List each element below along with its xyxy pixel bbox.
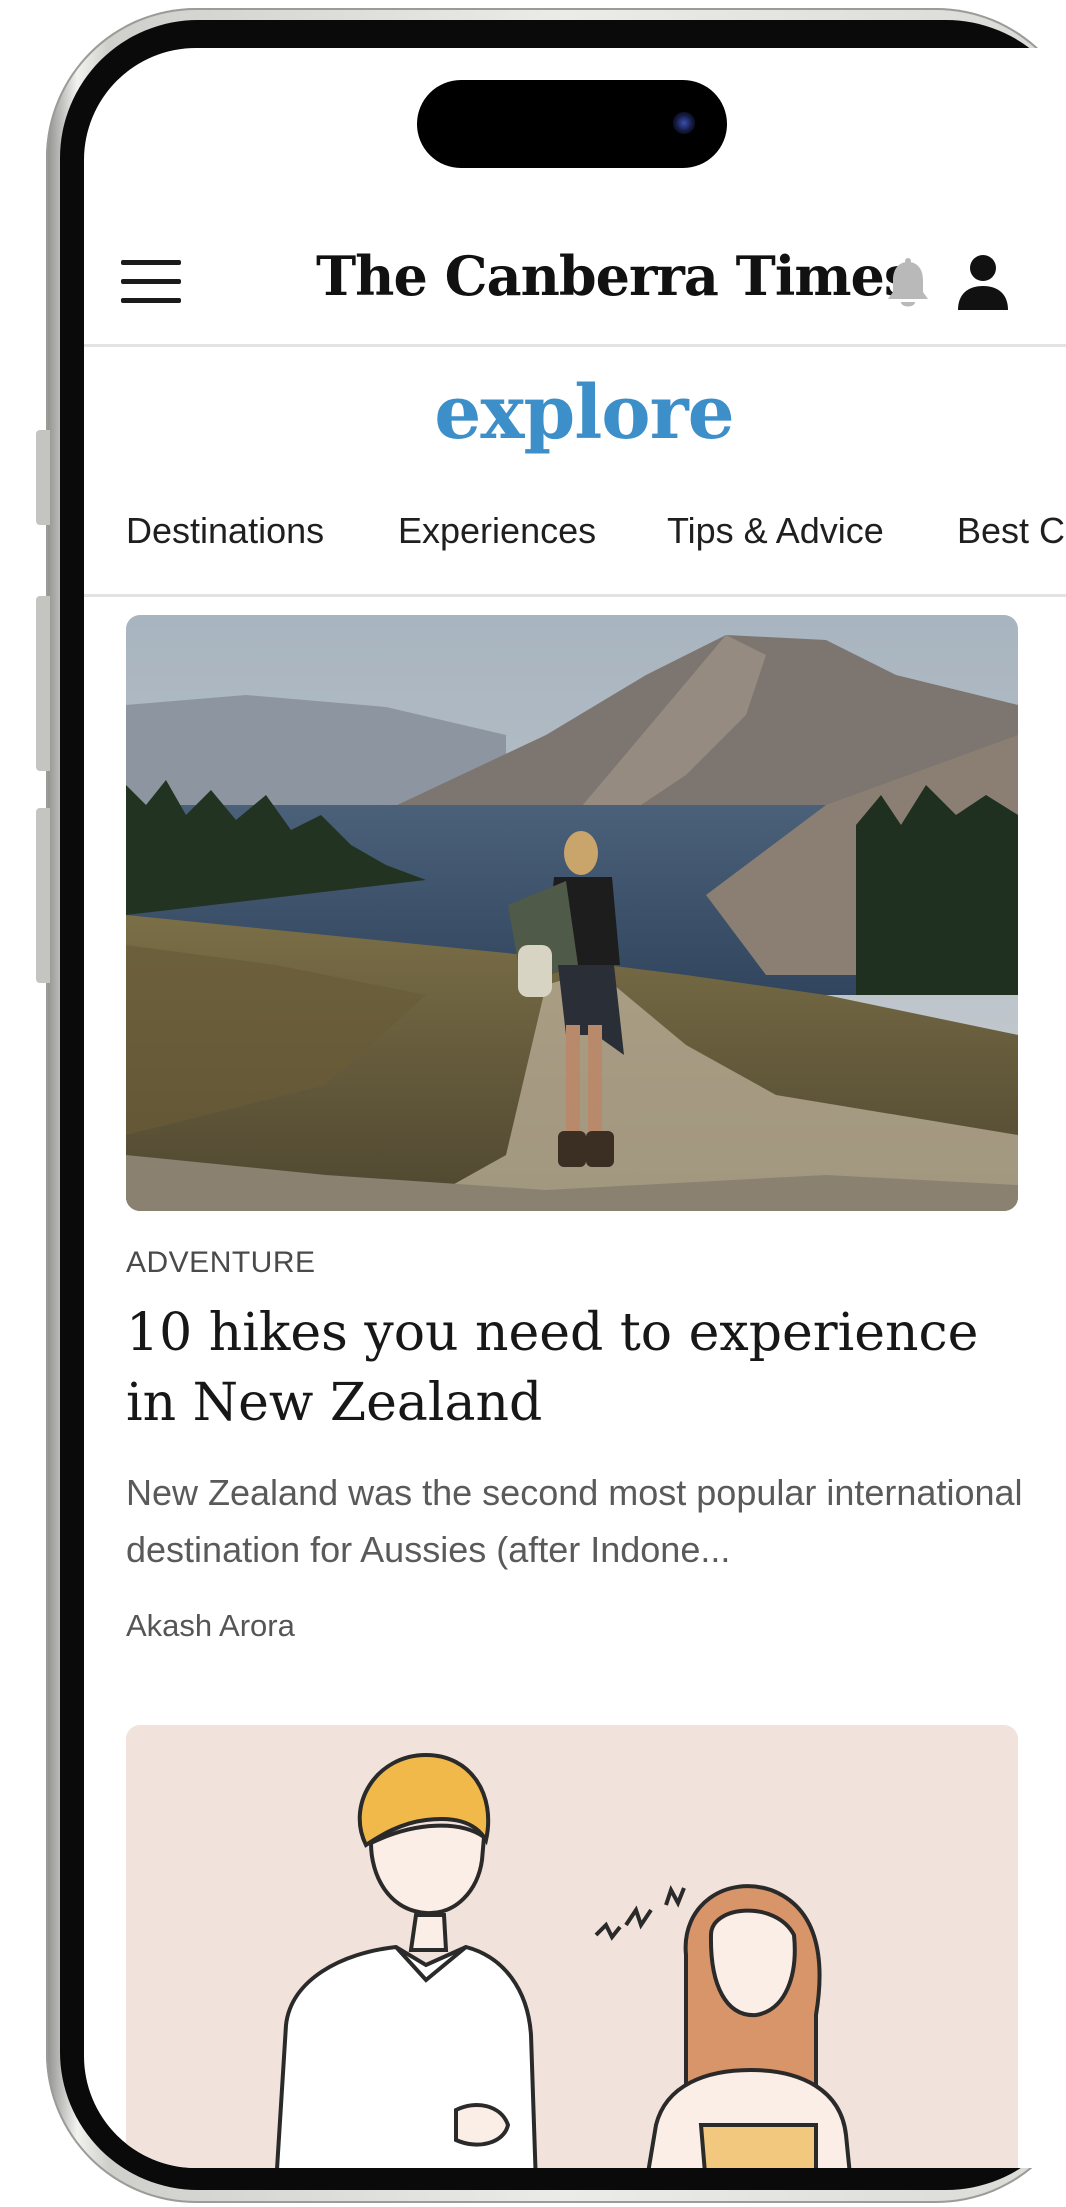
site-logo[interactable]: The Canberra Times <box>316 244 914 308</box>
site-header: The Canberra Times <box>84 198 1066 347</box>
volume-up-button <box>36 596 50 771</box>
tab-tips-advice[interactable]: Tips & Advice <box>667 510 884 552</box>
tab-destinations[interactable]: Destinations <box>126 510 324 552</box>
dynamic-island <box>417 80 727 168</box>
app-screen: The Canberra Times explore Destinations … <box>84 48 1066 2168</box>
tab-experiences[interactable]: Experiences <box>398 510 596 552</box>
article-illustration[interactable] <box>126 1725 1018 2168</box>
article-title[interactable]: 10 hikes you need to experience in New Z… <box>126 1298 1026 1438</box>
action-button <box>36 430 50 525</box>
section-title: explore <box>434 370 734 456</box>
user-icon[interactable] <box>956 254 1010 312</box>
bell-icon[interactable] <box>884 258 932 312</box>
volume-down-button <box>36 808 50 983</box>
article-hero-image[interactable] <box>126 615 1018 1211</box>
article-summary[interactable]: New Zealand was the second most popular … <box>126 1464 1026 1578</box>
category-tabs: Destinations Experiences Tips & Advice B… <box>84 490 1066 597</box>
tab-best[interactable]: Best C <box>957 510 1065 552</box>
article-category[interactable]: ADVENTURE <box>126 1246 316 1280</box>
hamburger-menu-icon[interactable] <box>121 260 181 304</box>
article-author[interactable]: Akash Arora <box>126 1608 295 1644</box>
